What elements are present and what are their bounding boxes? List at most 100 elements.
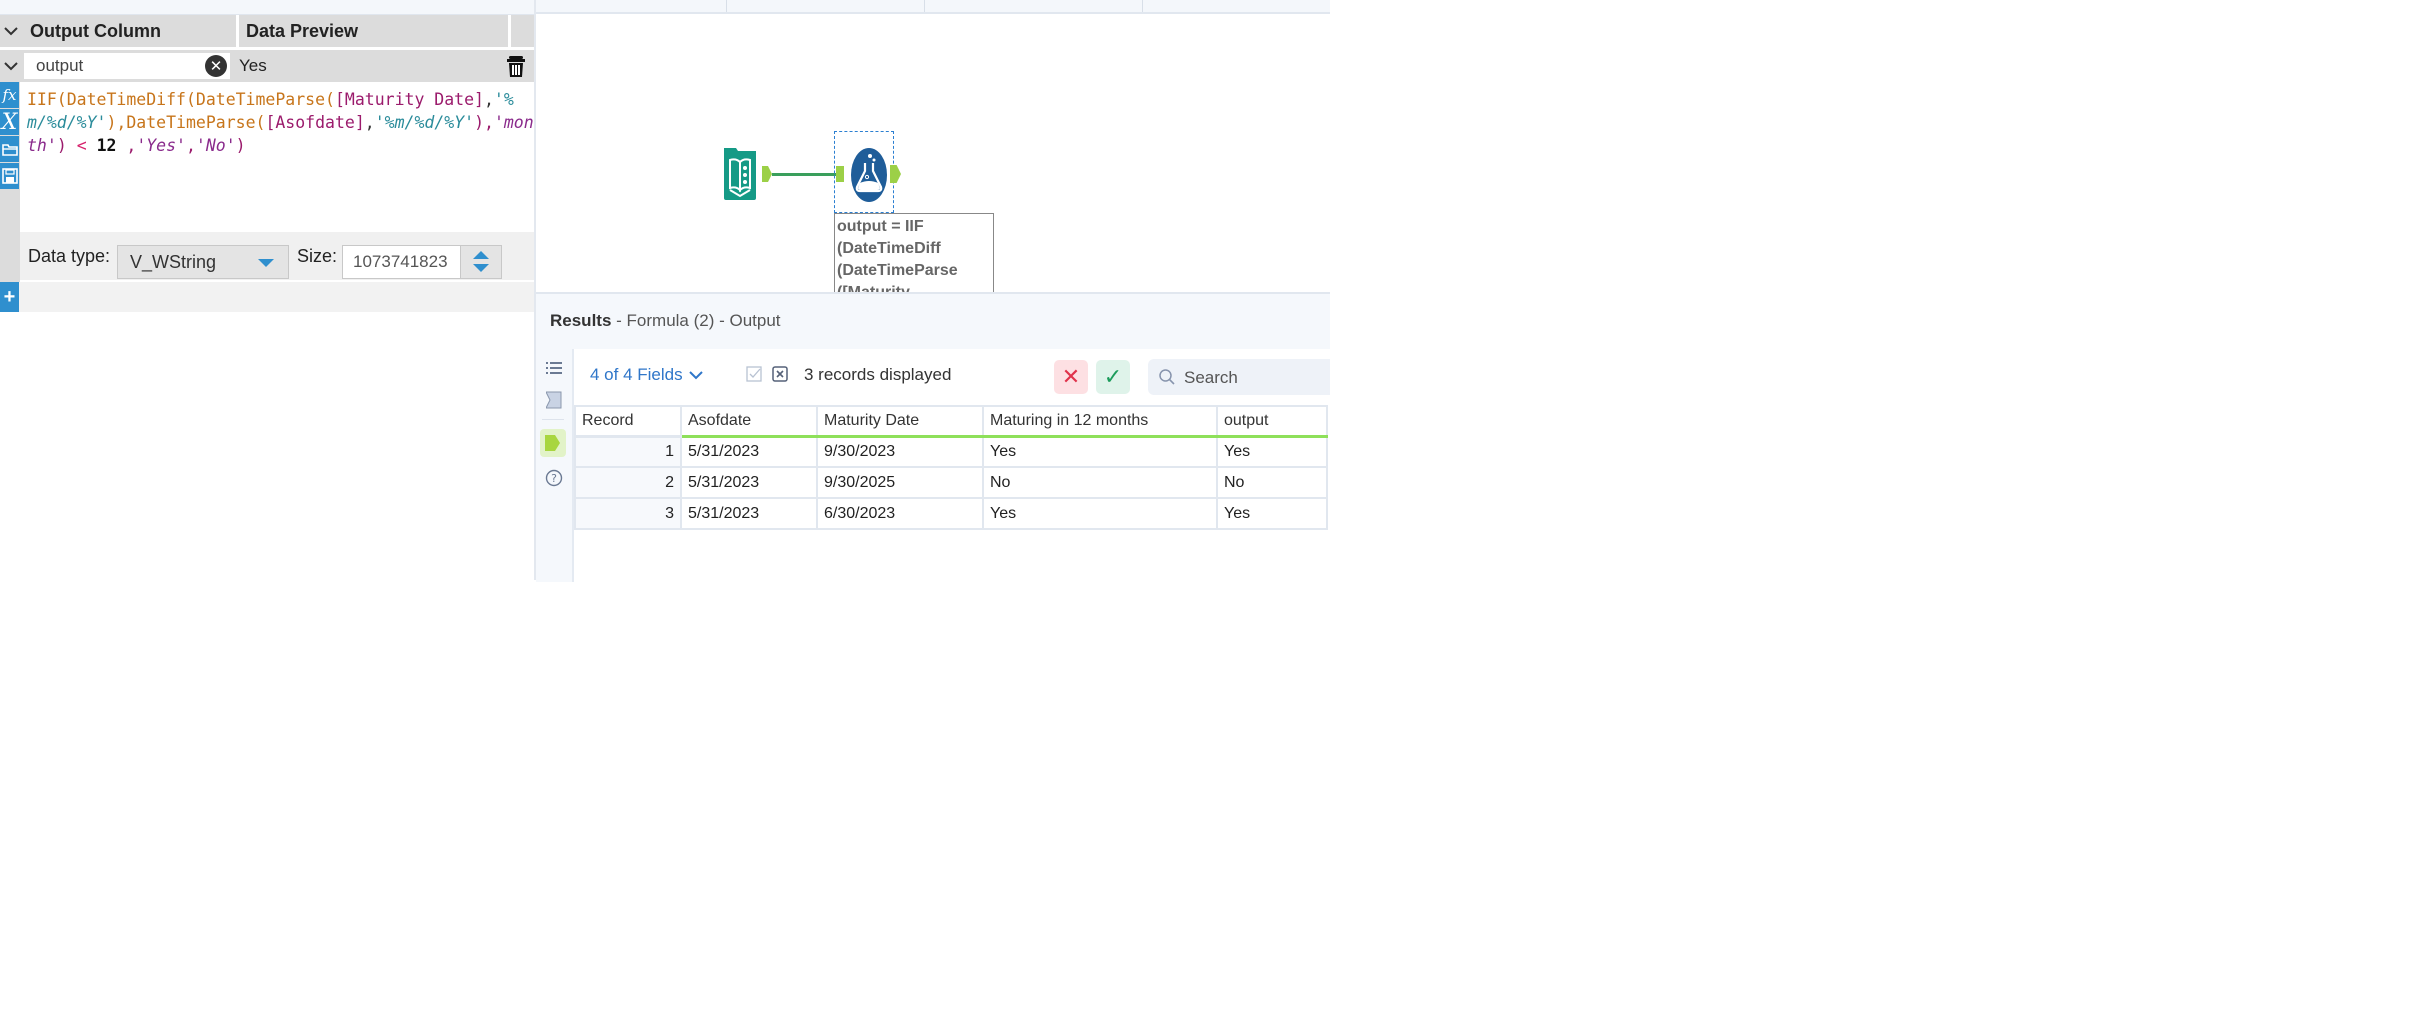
deselect-icon[interactable] bbox=[772, 366, 788, 382]
workflow-canvas[interactable]: output = IIF (DateTimeDiff (DateTimePars… bbox=[536, 0, 1330, 292]
save-expression-button[interactable] bbox=[0, 163, 19, 189]
list-icon[interactable] bbox=[546, 361, 562, 375]
save-icon bbox=[1, 168, 18, 184]
trash-icon bbox=[507, 56, 525, 77]
divider bbox=[924, 0, 925, 12]
column-header-record[interactable]: Record bbox=[574, 405, 682, 438]
collapse-row-button[interactable] bbox=[0, 50, 22, 82]
size-stepper[interactable]: 1073741823 bbox=[342, 245, 502, 279]
connection-line[interactable] bbox=[772, 173, 836, 176]
column-header-asofdate[interactable]: Asofdate bbox=[680, 405, 818, 438]
column-header-maturing-12-months[interactable]: Maturing in 12 months bbox=[982, 405, 1218, 438]
size-value[interactable]: 1073741823 bbox=[353, 246, 448, 278]
fields-selector[interactable]: 4 of 4 Fields bbox=[590, 349, 703, 401]
search-box[interactable] bbox=[1148, 359, 1330, 395]
results-subtitle: - Formula (2) - Output bbox=[611, 311, 781, 330]
expression-token: , bbox=[483, 90, 494, 109]
input-anchor[interactable] bbox=[836, 166, 844, 182]
expression-token: < bbox=[76, 136, 87, 155]
column-header-maturity-date[interactable]: Maturity Date bbox=[816, 405, 984, 438]
divider bbox=[726, 0, 727, 12]
expression-token: ), bbox=[106, 113, 127, 132]
column-header-output[interactable]: output bbox=[1216, 405, 1328, 438]
expression-token: ), bbox=[474, 113, 494, 132]
panel-top-bar bbox=[0, 0, 534, 15]
chevron-down-icon bbox=[4, 27, 18, 36]
cell-output[interactable]: No bbox=[1216, 466, 1328, 499]
output-anchor-tab[interactable] bbox=[540, 429, 566, 457]
data-preview-header: Data Preview bbox=[236, 15, 511, 47]
svg-text:?: ? bbox=[551, 472, 557, 485]
records-displayed: 3 records displayed bbox=[804, 365, 952, 384]
chevron-down-icon bbox=[688, 371, 703, 380]
table-row[interactable]: 2 5/31/2023 9/30/2025 No No bbox=[574, 466, 1328, 499]
cell-asofdate[interactable]: 5/31/2023 bbox=[680, 466, 818, 499]
fields-selector-label: 4 of 4 Fields bbox=[590, 365, 683, 384]
expression-token: 'Yes' bbox=[136, 136, 186, 155]
data-type-label: Data type: bbox=[28, 246, 111, 266]
check-icon: ✓ bbox=[1103, 364, 1123, 389]
data-preview-value: Yes bbox=[239, 56, 267, 75]
output-anchor[interactable] bbox=[890, 165, 901, 183]
help-icon[interactable]: ? bbox=[545, 469, 563, 487]
functions-button[interactable]: fx bbox=[0, 82, 19, 108]
variables-button[interactable]: X bbox=[0, 109, 19, 135]
expression-token: ) bbox=[56, 136, 77, 155]
results-toolbar: 4 of 4 Fields 3 records displayed ✕ ✓ bbox=[574, 349, 1330, 401]
formula-annotation: output = IIF (DateTimeDiff (DateTimePars… bbox=[834, 213, 994, 292]
input-anchor-icon[interactable] bbox=[546, 391, 562, 409]
expression-token: DateTimeParse( bbox=[195, 90, 335, 109]
filter-cancel-button[interactable]: ✕ bbox=[1054, 360, 1088, 394]
cell-asofdate[interactable]: 5/31/2023 bbox=[680, 497, 818, 530]
expression-token: DateTimeParse( bbox=[126, 113, 266, 132]
output-column-header: Output Column bbox=[24, 15, 239, 47]
cell-maturing-12-months[interactable]: Yes bbox=[982, 497, 1218, 530]
spin-down-icon[interactable] bbox=[473, 264, 489, 272]
record-number: 3 bbox=[574, 497, 682, 530]
size-spin-buttons[interactable] bbox=[460, 246, 501, 278]
chevron-down-icon bbox=[4, 62, 18, 71]
add-formula-button[interactable]: + bbox=[0, 282, 19, 312]
expression-token: DateTimeDiff( bbox=[66, 90, 196, 109]
expression-token: IIF( bbox=[27, 90, 67, 109]
filter-apply-button[interactable]: ✓ bbox=[1096, 360, 1130, 394]
cell-maturing-12-months[interactable]: No bbox=[982, 466, 1218, 499]
cell-output[interactable]: Yes bbox=[1216, 435, 1328, 468]
spin-up-icon[interactable] bbox=[473, 251, 489, 259]
search-input[interactable] bbox=[1182, 363, 1326, 393]
expression-token: , bbox=[185, 136, 196, 155]
expression-token: 12 bbox=[96, 136, 117, 155]
data-type-bar: Data type: V_WString Size: 1073741823 bbox=[20, 232, 534, 280]
formula-tool-strip: fx X bbox=[0, 82, 20, 306]
data-type-select[interactable]: V_WString bbox=[117, 245, 289, 279]
cell-maturity-date[interactable]: 6/30/2023 bbox=[816, 497, 984, 530]
collapse-all-button[interactable] bbox=[0, 15, 22, 47]
open-expression-button[interactable] bbox=[0, 136, 19, 162]
table-row[interactable]: 3 5/31/2023 6/30/2023 Yes Yes bbox=[574, 497, 1328, 530]
delete-formula-button[interactable] bbox=[503, 54, 529, 78]
clear-name-button[interactable]: ✕ bbox=[205, 55, 227, 77]
formula-flask-icon bbox=[851, 148, 887, 202]
cell-maturity-date[interactable]: 9/30/2023 bbox=[816, 435, 984, 468]
close-icon: ✕ bbox=[209, 58, 223, 75]
output-anchor[interactable] bbox=[762, 166, 772, 182]
results-title: Results - Formula (2) - Output bbox=[550, 294, 781, 348]
expression-editor[interactable]: IIF(DateTimeDiff(DateTimeParse([Maturity… bbox=[20, 82, 534, 232]
input-book-icon bbox=[724, 148, 756, 200]
annotation-line: output = IIF bbox=[837, 218, 924, 235]
checkbox-icon[interactable] bbox=[746, 366, 762, 382]
annotation-line: ([Maturity bbox=[837, 282, 993, 292]
cell-output[interactable]: Yes bbox=[1216, 497, 1328, 530]
plus-icon: + bbox=[3, 285, 16, 308]
input-data-tool-node[interactable] bbox=[722, 146, 758, 202]
formula-tool-node[interactable] bbox=[850, 147, 888, 203]
add-formula-bar: + bbox=[0, 282, 534, 312]
output-column-input[interactable] bbox=[24, 53, 230, 79]
expression-token: , bbox=[364, 113, 375, 132]
cell-maturity-date[interactable]: 9/30/2025 bbox=[816, 466, 984, 499]
cell-asofdate[interactable]: 5/31/2023 bbox=[680, 435, 818, 468]
cell-maturing-12-months[interactable]: Yes bbox=[982, 435, 1218, 468]
function-icon: fx bbox=[2, 86, 17, 104]
record-number: 2 bbox=[574, 466, 682, 499]
table-row[interactable]: 1 5/31/2023 9/30/2023 Yes Yes bbox=[574, 435, 1328, 468]
